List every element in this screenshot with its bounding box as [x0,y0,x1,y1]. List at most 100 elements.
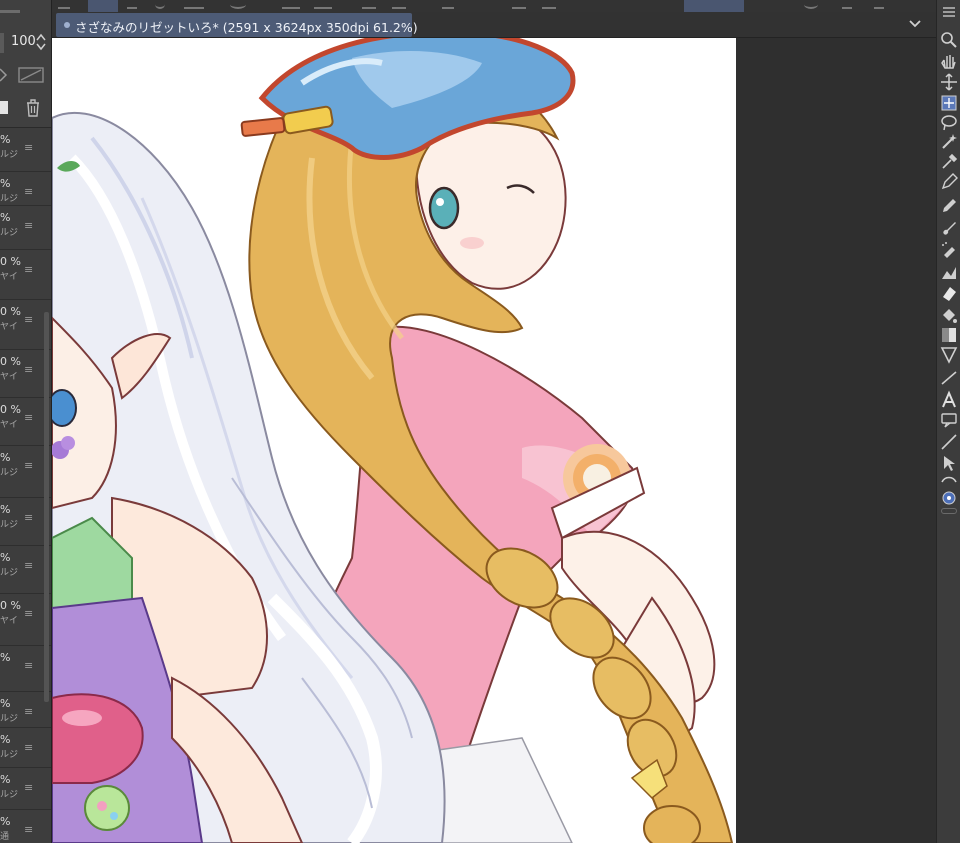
layer-opacity: % [0,697,11,710]
move-layer-icon[interactable] [939,93,959,113]
delete-layer-icon[interactable] [24,97,42,119]
color-circle-icon[interactable] [939,488,959,508]
bright-icon[interactable] [442,0,454,9]
layer-opacity: % [0,211,11,224]
layer-blend-mode: ヤイ [0,616,18,626]
layer-menu-icon[interactable]: ≡ [24,313,33,326]
layer-row[interactable]: % ルジ ≡ [0,172,51,206]
more-icon[interactable] [874,0,884,9]
pen-mode-icon[interactable] [127,0,137,9]
layer-settings-icon[interactable] [0,0,28,22]
layer-opacity: % [0,651,11,664]
undo-icon[interactable] [362,0,376,9]
reference-layer-icon[interactable] [17,66,45,84]
layer-blend-mode: ヤイ [0,372,18,382]
new-layer-icon[interactable] [0,98,10,118]
opacity-spinner-icon[interactable] [36,33,46,51]
layer-menu-icon[interactable]: ≡ [24,823,33,836]
text-icon[interactable] [939,390,959,410]
artboard[interactable] [52,38,736,843]
layer-opacity: % [0,733,11,746]
display-icon[interactable] [314,0,332,9]
active-command-button[interactable] [88,0,118,12]
layer-menu-icon[interactable]: ≡ [24,219,33,232]
layer-view-icon[interactable] [282,0,300,9]
layer-row[interactable]: % ルジ ≡ [0,206,51,250]
layer-blend-mode: ルジ [0,194,19,204]
layer-menu-icon[interactable]: ≡ [24,659,33,672]
transform-icon[interactable] [512,0,526,9]
document-tab-bar: さざなみのリゼットいろ* (2591 x 3624px 350dpi 61.2%… [52,12,936,38]
layer-blend-mode: ルジ [0,228,19,238]
menu-icon[interactable] [58,0,70,9]
layer-opacity: % [0,551,11,564]
redo-icon[interactable] [392,0,406,9]
layer-menu-icon[interactable]: ≡ [24,263,33,276]
airbrush-icon[interactable] [939,240,959,260]
move-icon[interactable] [939,72,959,92]
tab-status-dot [64,22,70,28]
layer-menu-icon[interactable]: ≡ [24,141,33,154]
layer-menu-icon[interactable]: ≡ [24,607,33,620]
hand-icon[interactable] [939,51,959,71]
layer-menu-icon[interactable]: ≡ [24,511,33,524]
balloon-icon[interactable] [939,410,959,430]
layer-menu-icon[interactable]: ≡ [24,741,33,754]
layer-panel: 100 % ルジ ≡% ルジ ≡% ルジ ≡ 0 % ヤイ ≡ 0 % ヤイ ≡ 0 % ヤイ ≡ 0 % ヤイ ≡… [0,0,52,843]
pencil-icon[interactable] [939,196,959,216]
layer-opacity: 0 % [0,255,21,268]
figure-icon[interactable] [939,345,959,365]
brush-icon[interactable] [939,218,959,238]
layer-row[interactable]: % ルジ ≡ [0,728,51,768]
layer-menu-icon[interactable]: ≡ [24,559,33,572]
layer-row[interactable]: % ルジ ≡ [0,128,51,172]
magic-wand-icon[interactable] [939,132,959,152]
fill-icon[interactable] [939,305,959,325]
decoration-icon[interactable] [939,263,959,283]
chevron-down-icon[interactable] [908,17,922,31]
layer-scrollbar[interactable] [44,312,49,702]
rotate-icon[interactable] [230,0,246,9]
layer-menu-icon[interactable]: ≡ [24,185,33,198]
layer-lock-icon[interactable] [0,66,10,84]
eyedropper-icon[interactable] [939,152,959,172]
plus-icon[interactable] [842,0,852,9]
layer-row[interactable]: % ルジ ≡ [0,768,51,810]
ruler-icon[interactable] [939,432,959,452]
layer-opacity: % [0,451,11,464]
layer-menu-icon[interactable]: ≡ [24,705,33,718]
layer-blend-mode: ルジ [0,568,19,578]
canvas-area[interactable] [52,38,936,843]
layer-opacity: 0 % [0,403,21,416]
opacity-value: 100 [11,34,36,49]
layer-blend-mode: ヤイ [0,272,18,282]
opacity-field[interactable]: 100 [0,30,51,56]
palette-divider [941,508,957,514]
pen-icon[interactable] [939,172,959,192]
layer-row[interactable]: % 通 ≡ [0,810,51,843]
layer-opacity: % [0,133,11,146]
gradient-icon[interactable] [939,325,959,345]
layer-opacity: % [0,503,11,516]
layer-blend-mode: ルジ [0,750,19,760]
crop-icon[interactable] [542,0,556,9]
dot-icon[interactable] [155,0,165,9]
frame-icon[interactable] [939,368,959,388]
panel-toggle-icon[interactable] [184,0,204,9]
eraser-icon[interactable] [939,283,959,303]
lasso-icon[interactable] [939,113,959,133]
layer-menu-icon[interactable]: ≡ [24,363,33,376]
document-tab[interactable]: さざなみのリゼットいろ* (2591 x 3624px 350dpi 61.2%… [56,13,418,37]
layer-menu-icon[interactable]: ≡ [24,459,33,472]
layer-blend-mode: ヤイ [0,322,18,332]
correct-line-icon[interactable] [939,470,959,490]
layer-row[interactable]: 0 % ヤイ ≡ [0,250,51,300]
layer-blend-mode: ルジ [0,468,19,478]
layer-opacity: % [0,815,11,828]
speech-icon[interactable] [804,0,818,9]
palette-menu-icon[interactable] [943,6,955,18]
zoom-icon[interactable] [939,30,959,50]
layer-menu-icon[interactable]: ≡ [24,781,33,794]
selection-mode-button[interactable] [684,0,744,12]
layer-menu-icon[interactable]: ≡ [24,411,33,424]
